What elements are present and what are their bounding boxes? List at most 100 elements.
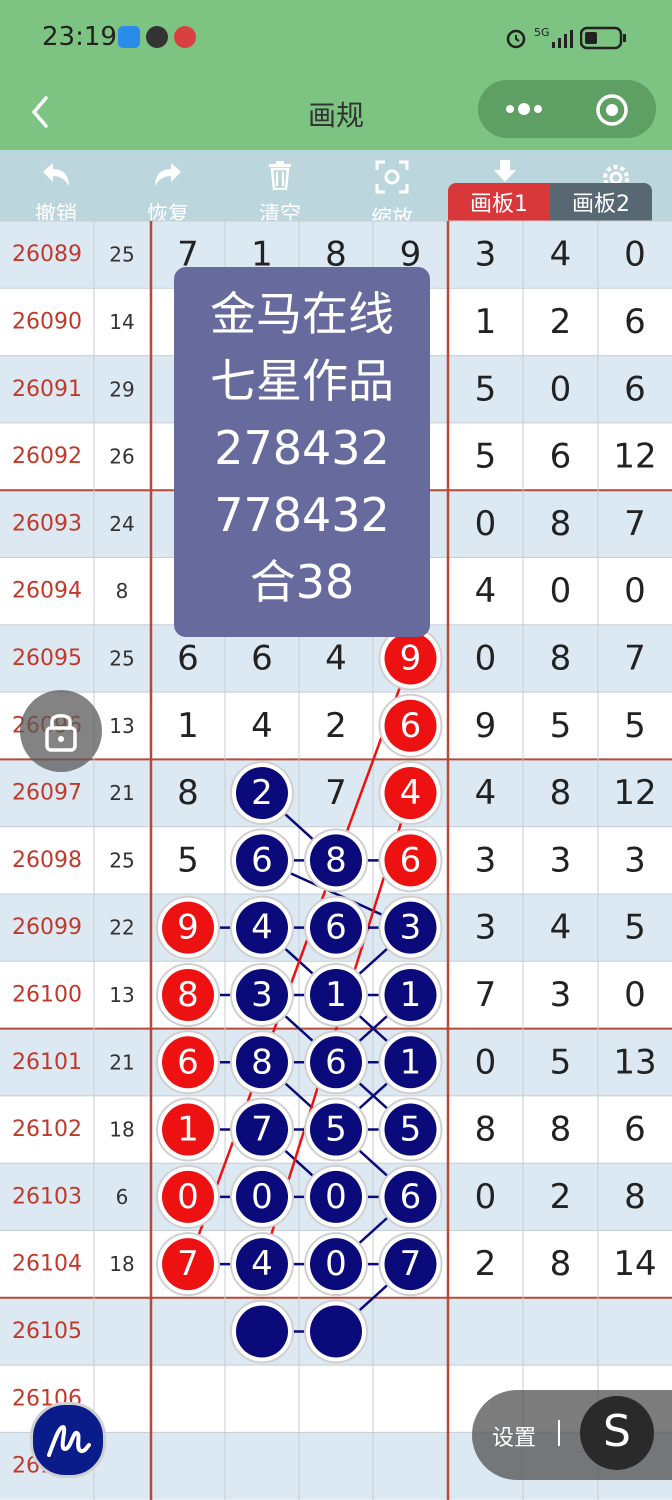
sum-value: 21	[109, 781, 134, 805]
marked-digit: 8	[251, 1042, 273, 1082]
result-cell: 8	[550, 504, 572, 544]
marked-digit: 1	[177, 1110, 199, 1150]
result-cell: 6	[624, 369, 646, 409]
issue-number: 26093	[12, 511, 82, 536]
sum-value: 26	[109, 445, 134, 469]
issue-number: 26091	[12, 377, 82, 402]
result-cell: 0	[624, 571, 646, 611]
marked-digit-circle[interactable]	[310, 1305, 362, 1358]
marked-digit: 9	[177, 908, 199, 948]
settings-label[interactable]: 设置	[492, 1420, 536, 1452]
issue-number: 26089	[12, 242, 82, 267]
marked-digit: 1	[325, 975, 347, 1015]
result-cell: 6	[624, 1110, 646, 1150]
result-cell: 5	[550, 706, 572, 746]
digit-cell: 8	[177, 773, 199, 813]
marked-digit: 6	[400, 840, 422, 880]
result-cell: 6	[624, 302, 646, 342]
marked-digit: 6	[400, 706, 422, 746]
sum-value: 18	[109, 1252, 134, 1276]
result-cell: 2	[550, 1177, 572, 1217]
result-cell: 0	[475, 1042, 497, 1082]
result-cell: 12	[613, 773, 656, 813]
result-cell: 1	[475, 302, 497, 342]
marked-digit: 9	[400, 638, 422, 678]
result-cell: 0	[624, 975, 646, 1015]
result-cell: 8	[550, 773, 572, 813]
issue-number: 26099	[12, 915, 82, 940]
sum-value: 14	[109, 310, 134, 334]
result-cell: 8	[624, 1177, 646, 1217]
result-cell: 2	[475, 1244, 497, 1284]
sum-value: 25	[109, 848, 134, 872]
result-cell: 6	[550, 437, 572, 477]
marked-digit-circle[interactable]	[236, 1305, 288, 1358]
marked-digit: 4	[251, 1244, 273, 1284]
result-cell: 0	[550, 369, 572, 409]
result-cell: 0	[624, 235, 646, 275]
overlay-note: 金马在线 七星作品 278432 778432 合38	[174, 267, 430, 637]
result-cell: 3	[550, 975, 572, 1015]
marked-digit: 6	[400, 1177, 422, 1217]
marked-digit: 7	[251, 1110, 273, 1150]
lock-icon	[45, 714, 77, 752]
overlay-line: 合38	[249, 555, 355, 609]
overlay-line: 七星作品	[210, 354, 394, 408]
marked-digit: 7	[177, 1244, 199, 1284]
marked-digit: 6	[177, 1042, 199, 1082]
result-cell: 5	[475, 437, 497, 477]
result-cell: 4	[475, 571, 497, 611]
marked-digit: 3	[251, 975, 273, 1015]
result-cell: 0	[550, 571, 572, 611]
result-cell: 5	[550, 1042, 572, 1082]
result-cell: 5	[475, 369, 497, 409]
issue-number: 26098	[12, 848, 82, 873]
result-cell: 7	[624, 638, 646, 678]
issue-number: 26105	[12, 1319, 82, 1344]
issue-number: 26100	[12, 982, 82, 1007]
pen-tool-button[interactable]	[30, 1402, 106, 1478]
sum-value: 13	[109, 983, 134, 1007]
sum-value: 24	[109, 512, 134, 536]
result-cell: 7	[475, 975, 497, 1015]
sum-value: 6	[116, 1185, 129, 1209]
s-button[interactable]: S	[580, 1396, 654, 1470]
marked-digit: 7	[400, 1244, 422, 1284]
issue-number: 26094	[12, 579, 82, 604]
result-cell: 2	[550, 302, 572, 342]
result-cell: 5	[624, 908, 646, 948]
overlay-line: 金马在线	[210, 287, 394, 341]
issue-number: 26095	[12, 646, 82, 671]
digit-cell: 5	[177, 840, 199, 880]
overlay-line: 778432	[214, 488, 390, 542]
marked-digit: 6	[251, 840, 273, 880]
digit-cell: 4	[325, 638, 347, 678]
marked-digit: 0	[251, 1177, 273, 1217]
issue-number: 26104	[12, 1252, 82, 1277]
sum-value: 29	[109, 377, 134, 401]
sum-value: 13	[109, 714, 134, 738]
marked-digit: 3	[400, 908, 422, 948]
result-cell: 4	[550, 235, 572, 275]
marked-digit: 6	[325, 908, 347, 948]
issue-number: 26092	[12, 444, 82, 469]
result-cell: 5	[624, 706, 646, 746]
marked-digit: 0	[177, 1177, 199, 1217]
result-cell: 14	[613, 1244, 656, 1284]
lock-button[interactable]	[20, 690, 102, 772]
issue-number: 26103	[12, 1184, 82, 1209]
issue-number: 26097	[12, 781, 82, 806]
result-cell: 8	[550, 1110, 572, 1150]
result-cell: 0	[475, 504, 497, 544]
issue-number: 26102	[12, 1117, 82, 1142]
digit-cell: 7	[325, 773, 347, 813]
digit-cell: 2	[325, 706, 347, 746]
marked-digit: 8	[325, 840, 347, 880]
digit-cell: 1	[177, 706, 199, 746]
divider	[558, 1420, 560, 1446]
sum-value: 25	[109, 646, 134, 670]
sum-value: 25	[109, 243, 134, 267]
marked-digit: 5	[400, 1110, 422, 1150]
issue-number: 26090	[12, 309, 82, 334]
lottery-grid[interactable]: 26089 25 7 1 8 9 3 4 026090 14 1 2 626091 29 5 0 626092 2…	[0, 0, 672, 1500]
